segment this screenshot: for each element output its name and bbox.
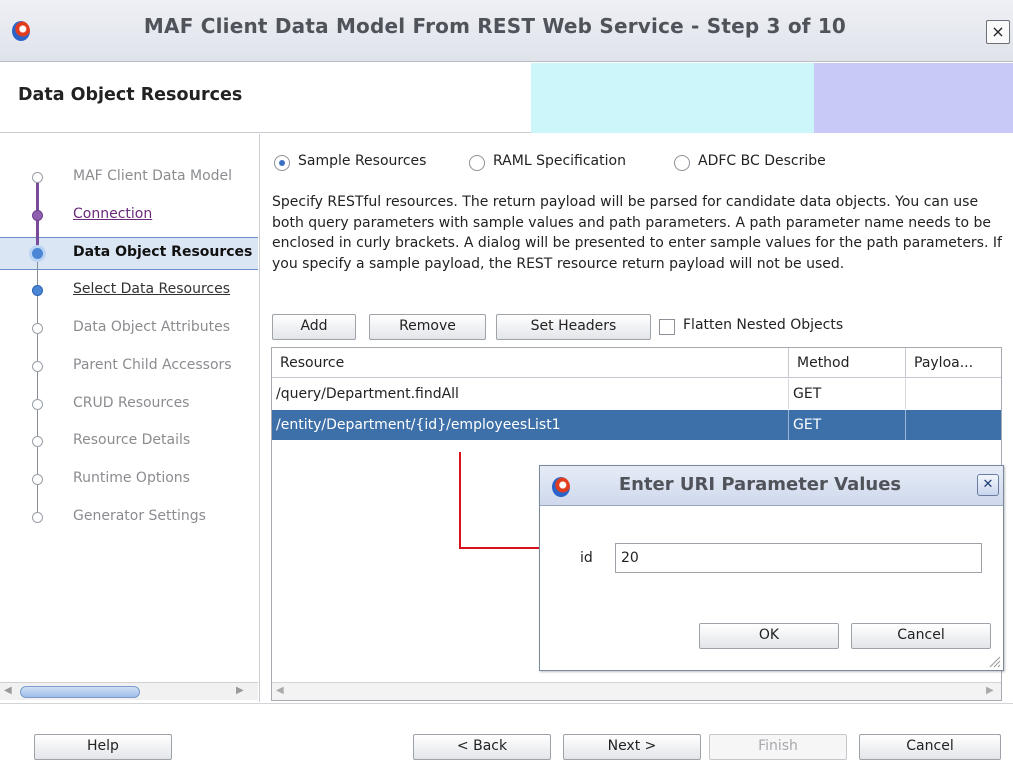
back-button[interactable]: < Back (413, 734, 551, 760)
scroll-right-arrow-icon[interactable]: ▶ (986, 685, 994, 696)
nav-step-runtime-options[interactable]: Runtime Options (0, 468, 258, 494)
help-button[interactable]: Help (34, 734, 172, 760)
adfc-bc-describe-radio[interactable] (674, 155, 690, 171)
nav-step-crud-resources[interactable]: CRUD Resources (0, 393, 258, 419)
sample-resources-label: Sample Resources (298, 153, 427, 169)
method-cell: GET (789, 379, 906, 409)
remove-button[interactable]: Remove (369, 314, 486, 340)
payload-cell (906, 410, 1001, 440)
finish-button[interactable]: Finish (709, 734, 847, 760)
step-dot-icon (32, 361, 43, 372)
resize-grip-icon[interactable] (987, 654, 1001, 668)
nav-step-data-object-resources[interactable]: Data Object Resources (0, 242, 258, 268)
resource-cell: /entity/Department/{id}/employeesList1 (272, 410, 789, 440)
table-horizontal-scrollbar[interactable]: ◀ ▶ (272, 682, 1001, 700)
nav-step-label: Data Object Attributes (73, 319, 231, 335)
column-header-payload[interactable]: Payloa... (906, 348, 1001, 378)
nav-step-generator-settings[interactable]: Generator Settings (0, 506, 258, 532)
annotation-connector-line (459, 452, 461, 549)
nav-step-select-data-resources[interactable]: Select Data Resources (0, 279, 258, 305)
nav-step-label: Parent Child Accessors (73, 357, 232, 373)
step-dot-icon (32, 474, 43, 485)
resource-cell: /query/Department.findAll (272, 379, 789, 409)
page-header: Data Object Resources (0, 63, 1013, 133)
cancel-button[interactable]: Cancel (859, 734, 1001, 760)
column-header-method[interactable]: Method (789, 348, 906, 378)
dialog-cancel-button[interactable]: Cancel (851, 623, 991, 649)
enter-uri-parameter-dialog: Enter URI Parameter Values ✕ id 20 OK Ca… (539, 465, 1004, 671)
step-dot-icon (32, 512, 43, 523)
dialog-close-icon[interactable]: ✕ (977, 474, 999, 496)
flatten-nested-objects-checkbox[interactable] (659, 319, 675, 335)
dialog-title-bar[interactable]: Enter URI Parameter Values ✕ (540, 466, 1003, 506)
nav-step-label: Connection (73, 206, 153, 222)
description-text: Specify RESTful resources. The return pa… (272, 194, 1002, 272)
nav-step-label: Resource Details (73, 432, 191, 448)
annotation-connector-line (459, 547, 539, 549)
step-dot-icon (32, 210, 43, 221)
payload-cell (906, 379, 1001, 409)
column-header-resource[interactable]: Resource (272, 348, 789, 378)
nav-step-resource-details[interactable]: Resource Details (0, 430, 258, 456)
dialog-title: Enter URI Parameter Values (618, 474, 902, 495)
method-cell: GET (789, 410, 906, 440)
nav-step-label: Runtime Options (73, 470, 190, 486)
set-headers-button[interactable]: Set Headers (496, 314, 651, 340)
scroll-left-arrow-icon[interactable]: ◀ (276, 685, 284, 696)
scroll-right-arrow-icon[interactable]: ▶ (236, 685, 244, 696)
header-accent-cyan (531, 63, 814, 133)
add-button[interactable]: Add (272, 314, 356, 340)
nav-step-label: Generator Settings (73, 508, 206, 524)
raml-specification-label: RAML Specification (493, 153, 626, 169)
id-value-input[interactable]: 20 (615, 543, 982, 573)
ok-button[interactable]: OK (699, 623, 839, 649)
flatten-nested-objects-label: Flatten Nested Objects (683, 317, 844, 333)
nav-step-label: MAF Client Data Model (73, 168, 233, 184)
param-label: id (580, 550, 593, 566)
scroll-left-arrow-icon[interactable]: ◀ (4, 685, 12, 696)
nav-step-label: Data Object Resources (73, 244, 253, 260)
step-dot-icon (32, 323, 43, 334)
window-title-bar: MAF Client Data Model From REST Web Serv… (0, 0, 1013, 62)
close-icon[interactable]: × (986, 20, 1010, 44)
step-dot-icon (32, 399, 43, 410)
nav-horizontal-scrollbar[interactable]: ◀ ▶ (0, 682, 258, 700)
scrollbar-thumb[interactable] (20, 686, 140, 698)
wizard-steps-nav: MAF Client Data Model Connection Data Ob… (0, 134, 258, 702)
wizard-footer: Help < Back Next > Finish Cancel (0, 703, 1013, 771)
header-accent-lavender (814, 63, 1013, 133)
step-dot-icon (32, 285, 43, 296)
window-title: MAF Client Data Model From REST Web Serv… (143, 14, 847, 38)
current-step-icon (29, 245, 46, 262)
nav-step-data-object-attributes[interactable]: Data Object Attributes (0, 317, 258, 343)
sample-resources-radio[interactable] (274, 155, 290, 171)
step-dot-icon (32, 436, 43, 447)
adfc-bc-describe-label: ADFC BC Describe (698, 153, 826, 169)
nav-step-label: Select Data Resources (73, 281, 231, 297)
table-row-selected[interactable]: /entity/Department/{id}/employeesList1 G… (272, 410, 1001, 440)
nav-step-label: CRUD Resources (73, 395, 190, 411)
page-title: Data Object Resources (18, 85, 243, 105)
step-dot-icon (32, 172, 43, 183)
nav-step-connection[interactable]: Connection (0, 204, 258, 230)
next-button[interactable]: Next > (563, 734, 701, 760)
raml-specification-radio[interactable] (469, 155, 485, 171)
nav-step-maf-client-data-model[interactable]: MAF Client Data Model (0, 166, 258, 192)
table-row[interactable]: /query/Department.findAll GET (272, 379, 1001, 409)
nav-step-parent-child-accessors[interactable]: Parent Child Accessors (0, 355, 258, 381)
